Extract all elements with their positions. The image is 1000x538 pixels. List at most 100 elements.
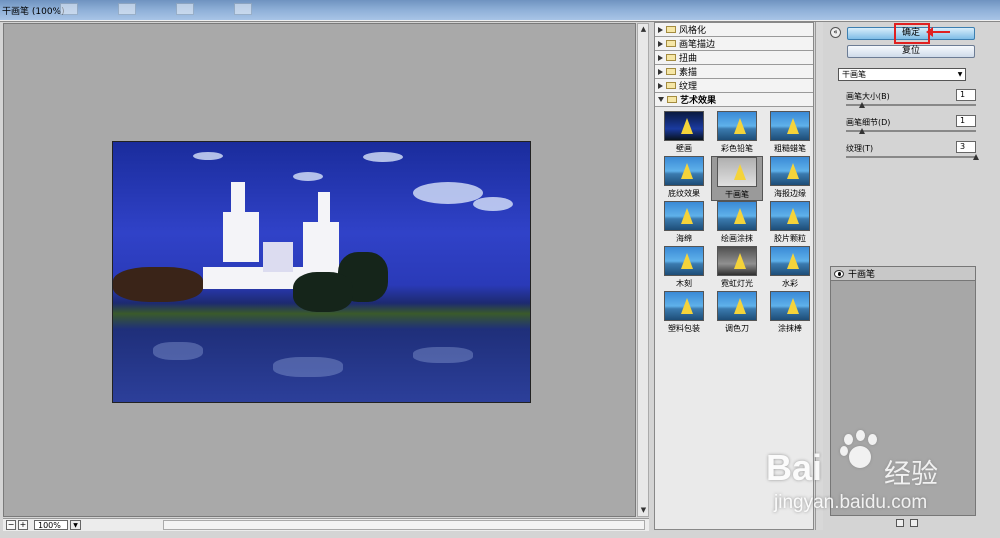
filter-preview-image [664,246,704,276]
scroll-up-icon[interactable]: ▲ [639,25,648,34]
annotation-highlight-box [894,23,930,44]
category-label: 扭曲 [679,54,698,64]
zoom-in-button[interactable]: + [18,520,28,530]
preview-canvas[interactable] [3,23,636,517]
param-slider-track[interactable] [846,104,976,106]
folder-icon [666,26,676,33]
filter-thumbnail-label: 海报边缘 [774,189,806,198]
category-label: 纹理 [679,82,698,92]
filter-preview-image [770,246,810,276]
filter-preview-image [664,156,704,186]
filter-thumbnail-label: 调色刀 [725,324,749,333]
filter-thumbnail[interactable]: 涂抹棒 [764,291,816,336]
filter-thumbnail-label: 粗糙蜡笔 [774,144,806,153]
filter-thumbnail[interactable]: 胶片颗粒 [764,201,816,246]
filter-preview-image [717,111,757,141]
param-value-input[interactable]: 3 [956,141,976,153]
reset-button[interactable]: 复位 [847,45,975,58]
filter-thumbnail[interactable]: 彩色铅笔 [711,111,763,156]
param-value-input[interactable]: 1 [956,89,976,101]
param-brush-detail: 画笔细节(D) 1 [846,115,976,141]
folder-icon [666,40,676,47]
filter-thumbnail-label: 海绵 [676,234,692,243]
folder-open-icon [667,96,677,103]
filter-select-value: 干画笔 [842,70,866,79]
status-bar: − + 100% ▼ [3,518,649,531]
param-slider-track[interactable] [846,156,976,158]
expand-triangle-icon[interactable] [658,40,663,47]
zoom-dropdown-icon[interactable]: ▼ [70,520,81,530]
filter-thumbnail-label: 水彩 [782,279,798,288]
param-slider-knob[interactable] [858,102,865,108]
preview-horizontal-scrollbar[interactable] [163,520,645,530]
filter-thumbnail-label: 霓虹灯光 [721,279,753,288]
category-folder[interactable]: 素描 [655,65,813,79]
filter-thumbnail[interactable]: 木刻 [658,246,710,291]
filter-preview-image [770,111,810,141]
category-folder[interactable]: 风格化 [655,23,813,37]
filter-thumbnail[interactable]: 塑料包装 [658,291,710,336]
window-title: 干画笔 (100%) [2,6,65,17]
param-slider-track[interactable] [846,130,976,132]
filter-thumbnail[interactable]: 绘画涂抹 [711,201,763,246]
filter-preview-image [717,157,757,187]
filter-select[interactable]: 干画笔 ▼ [838,68,966,81]
filter-thumbnail-label: 彩色铅笔 [721,144,753,153]
eye-icon[interactable] [834,269,844,278]
expand-triangle-icon[interactable] [658,26,663,33]
filter-thumbnail[interactable]: 干画笔 [711,156,763,201]
baidu-watermark: Bai 经验 jingyan.baidu.com [766,430,976,525]
filter-thumbnail[interactable]: 调色刀 [711,291,763,336]
filter-thumbnail-label: 干画笔 [725,190,749,199]
expand-triangle-icon[interactable] [658,68,663,75]
param-label: 画笔细节(D) [846,118,891,127]
effect-layer-name: 干画笔 [848,270,876,280]
taskbar-thumb [60,3,78,15]
filter-preview-image [717,291,757,321]
scroll-down-icon[interactable]: ▼ [639,506,648,515]
filter-thumbnail-label: 胶片颗粒 [774,234,806,243]
filter-thumbnail[interactable]: 壁画 [658,111,710,156]
filter-thumbnail[interactable]: 霓虹灯光 [711,246,763,291]
filter-thumbnail[interactable]: 水彩 [764,246,816,291]
param-label: 画笔大小(B) [846,92,890,101]
category-folder-expanded[interactable]: 艺术效果 [655,93,813,107]
category-folder[interactable]: 纹理 [655,79,813,93]
filter-thumbnail-label: 底纹效果 [668,189,700,198]
zoom-out-button[interactable]: − [6,520,16,530]
category-folder[interactable]: 画笔描边 [655,37,813,51]
taskbar-thumb [234,3,252,15]
category-folder[interactable]: 扭曲 [655,51,813,65]
category-label: 画笔描边 [679,40,716,50]
filter-thumbnail[interactable]: 海绵 [658,201,710,246]
folder-icon [666,54,676,61]
param-slider-knob[interactable] [858,128,865,134]
collapse-gallery-icon[interactable]: « [830,27,841,38]
effect-layer-row[interactable]: 干画笔 [831,267,975,281]
collapse-triangle-icon[interactable] [658,97,664,102]
filter-thumbnail-grid: 壁画 彩色铅笔 粗糙蜡笔底纹效果 干画笔 海报边缘海绵 绘画涂抹 胶片颗粒木刻 霓虹灯光 水彩塑… [655,107,813,336]
watermark-brand: Bai [766,447,823,488]
filter-thumbnail-label: 涂抹棒 [778,324,802,333]
filter-preview-image [717,201,757,231]
param-label: 纹理(T) [846,144,874,153]
filter-preview-image [770,291,810,321]
watermark-cn: 经验 [884,459,938,490]
category-label: 风格化 [679,26,707,36]
watermark-url: jingyan.baidu.com [774,492,928,513]
taskbar-thumb [176,3,194,15]
param-value-input[interactable]: 1 [956,115,976,127]
annotation-arrow-icon [926,27,950,37]
filter-thumbnail[interactable]: 底纹效果 [658,156,710,201]
filter-thumbnail[interactable]: 海报边缘 [764,156,816,201]
preview-image[interactable] [112,141,531,403]
zoom-level-field[interactable]: 100% [34,520,68,530]
filter-thumbnail[interactable]: 粗糙蜡笔 [764,111,816,156]
chevron-down-icon[interactable]: ▼ [955,69,965,80]
filter-thumbnail-label: 壁画 [676,144,692,153]
param-slider-knob[interactable] [973,154,979,160]
preview-vertical-scrollbar[interactable]: ▲ ▼ [637,23,649,517]
filter-preview-image [717,246,757,276]
expand-triangle-icon[interactable] [658,82,663,89]
expand-triangle-icon[interactable] [658,54,663,61]
